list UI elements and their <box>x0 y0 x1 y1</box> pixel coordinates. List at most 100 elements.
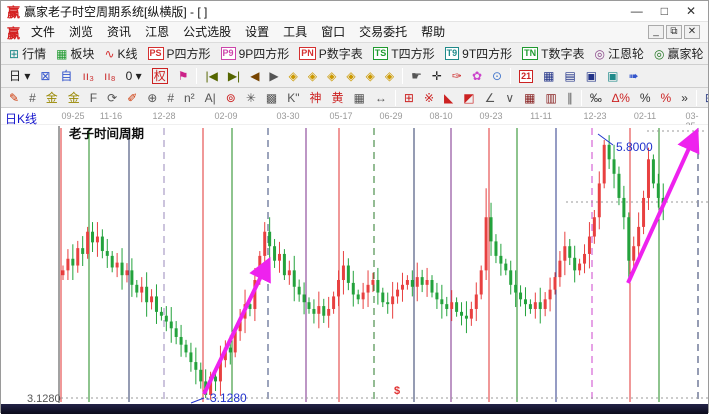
menu-item-7[interactable]: 窗口 <box>314 23 352 41</box>
mini-chart-8-button[interactable]: ıı₈ <box>99 67 121 85</box>
p-number-table-button[interactable]: PNP数字表 <box>294 43 368 64</box>
grid-b-button[interactable]: ▥ <box>541 89 562 107</box>
brush-tool-button[interactable]: ✎ <box>4 89 24 107</box>
menu-item-5[interactable]: 设置 <box>238 23 276 41</box>
flag-marker-button[interactable]: ⚑ <box>173 67 194 85</box>
data-truck-button[interactable]: ➠ <box>623 67 643 85</box>
step-prev-button[interactable]: ◀ <box>245 67 264 85</box>
grid-tool-button[interactable]: ▦ <box>349 89 370 107</box>
child-control-1[interactable]: ⧉ <box>666 25 682 39</box>
spiral-5-button[interactable]: ⟳ <box>102 89 122 107</box>
9t-square-button[interactable]: T99T四方形 <box>440 43 518 64</box>
save-export-button[interactable]: ▣ <box>602 67 623 85</box>
festival-tool-button[interactable]: ✿ <box>467 67 487 85</box>
chart-title: 老子时间周期 <box>68 126 144 141</box>
goto-first-button[interactable]: |◀ <box>200 67 222 85</box>
pattern-box-button[interactable]: ⊠ <box>35 67 55 85</box>
menu-item-9[interactable]: 帮助 <box>414 23 452 41</box>
huang-tool-button[interactable]: 黄 <box>327 89 349 107</box>
shen-tool-button[interactable]: 神 <box>305 89 327 107</box>
width-measure-button[interactable]: ↔ <box>370 89 392 107</box>
n-squared-button[interactable]: n² <box>179 89 200 107</box>
menu-item-0[interactable]: 文件 <box>24 23 62 41</box>
menu-item-1[interactable]: 浏览 <box>62 23 100 41</box>
sectors-button[interactable]: ▦板块 <box>51 43 99 64</box>
gann-diamond-5-button[interactable]: ◈ <box>361 67 380 85</box>
chart-area[interactable]: 老子时间周期5.8000-3.1280$3.1280 <box>1 125 708 404</box>
rings-tool-button[interactable]: ⊙ <box>487 67 507 85</box>
gann-diamond-1-button[interactable]: ◈ <box>284 67 303 85</box>
gann-circle-button[interactable]: ⊕ <box>142 89 162 107</box>
overflow-1-button[interactable]: » <box>676 89 693 107</box>
minimize-button[interactable]: — <box>631 4 643 18</box>
f-tool-button[interactable]: F <box>85 89 102 107</box>
fan-button[interactable]: ◣ <box>439 89 458 107</box>
percent-line-button[interactable]: % <box>656 89 677 107</box>
candle-body <box>371 280 374 285</box>
notepad-button[interactable]: ▤ <box>559 67 580 85</box>
maximize-button[interactable]: □ <box>661 4 668 18</box>
mini-chart-3-button[interactable]: ıı₃ <box>77 67 99 85</box>
diamond-plus-icon: ◈ <box>385 69 394 83</box>
goto-last-button[interactable]: ▶| <box>223 67 245 85</box>
save-button[interactable]: ▣ <box>581 67 602 85</box>
flag-icon: ⚑ <box>178 69 189 83</box>
close-button[interactable]: ✕ <box>686 4 696 18</box>
kline-button[interactable]: ∿K线 <box>99 43 142 64</box>
step-next-button[interactable]: ▶ <box>264 67 283 85</box>
gann-diamond-2-button[interactable]: ◈ <box>303 67 322 85</box>
wheel-star-button[interactable]: ✳ <box>241 89 261 107</box>
quan-restore-button[interactable]: 权 <box>147 66 173 86</box>
fib-time-lines-button[interactable]: # <box>24 89 41 107</box>
menu-item-6[interactable]: 工具 <box>276 23 314 41</box>
quotes-button[interactable]: ⊞行情 <box>4 43 51 64</box>
golden-section-1-button[interactable]: 金 <box>41 89 63 107</box>
candle-body <box>509 270 512 284</box>
candle-body <box>263 232 266 256</box>
gann-percent-button[interactable]: ‰ <box>585 89 607 107</box>
zero-dropdown-button[interactable]: 0 ▾ <box>121 67 147 85</box>
parallel-lines-button[interactable]: ∥ <box>562 89 578 107</box>
calendar-button[interactable]: 21 <box>514 68 538 85</box>
child-control-0[interactable]: _ <box>648 25 664 39</box>
winner-wheel-button[interactable]: ◎赢家轮 <box>649 43 708 64</box>
layout-grid-button[interactable]: ⊞ <box>700 89 708 107</box>
menu-item-4[interactable]: 公式选股 <box>176 23 238 41</box>
calculator-button[interactable]: ▦ <box>538 67 559 85</box>
golden-section-2-button[interactable]: 金 <box>63 89 85 107</box>
square-fan-button[interactable]: ◩ <box>458 89 479 107</box>
grid-a-button[interactable]: ▦ <box>519 89 540 107</box>
menu-item-8[interactable]: 交易委托 <box>352 23 414 41</box>
k-quote-button[interactable]: K" <box>282 89 304 107</box>
menu-item-3[interactable]: 江恩 <box>138 23 176 41</box>
gann-diamond-4-button[interactable]: ◈ <box>341 67 360 85</box>
candle-body <box>455 302 458 312</box>
time-hash-button[interactable]: # <box>162 89 179 107</box>
auto-box-button[interactable]: 自 <box>55 67 77 85</box>
angle-lines-button[interactable]: ∠ <box>480 89 501 107</box>
pencil-chart-button[interactable]: ✐ <box>122 89 142 107</box>
gann-diamond-3-button[interactable]: ◈ <box>322 67 341 85</box>
hand-tool-button[interactable]: ☛ <box>406 67 427 85</box>
percent-triangle-button[interactable]: ∆% <box>607 89 635 107</box>
period-day-dropdown-button[interactable]: 日 ▾ <box>4 67 35 85</box>
v-lines-button[interactable]: ∨ <box>500 89 519 107</box>
child-control-2[interactable]: ✕ <box>684 25 700 39</box>
t-number-table-button[interactable]: TNT数字表 <box>517 43 589 64</box>
percent-button[interactable]: % <box>635 89 656 107</box>
p-square-button[interactable]: PSP四方形 <box>143 43 216 64</box>
candlestick-chart[interactable]: 老子时间周期5.8000-3.1280$3.1280 <box>1 125 709 404</box>
9p-square-button[interactable]: P99P四方形 <box>216 43 295 64</box>
crosshair-tool-button[interactable]: ✛ <box>427 67 447 85</box>
gann-wheel-button[interactable]: ◎江恩轮 <box>590 43 650 64</box>
red-spiral-button[interactable]: ⊚ <box>221 89 241 107</box>
gann-diamond-6-button[interactable]: ◈ <box>380 67 399 85</box>
dense-grid-button[interactable]: ▩ <box>261 89 282 107</box>
menu-item-2[interactable]: 资讯 <box>100 23 138 41</box>
t-square-button[interactable]: TST四方形 <box>368 43 440 64</box>
rays-button[interactable]: ※ <box>419 89 439 107</box>
text-cursor-button[interactable]: A| <box>200 89 221 107</box>
square-line-button[interactable]: ⊞ <box>399 89 419 107</box>
pin-tool-button[interactable]: ✑ <box>447 67 467 85</box>
candle-body <box>529 304 532 309</box>
